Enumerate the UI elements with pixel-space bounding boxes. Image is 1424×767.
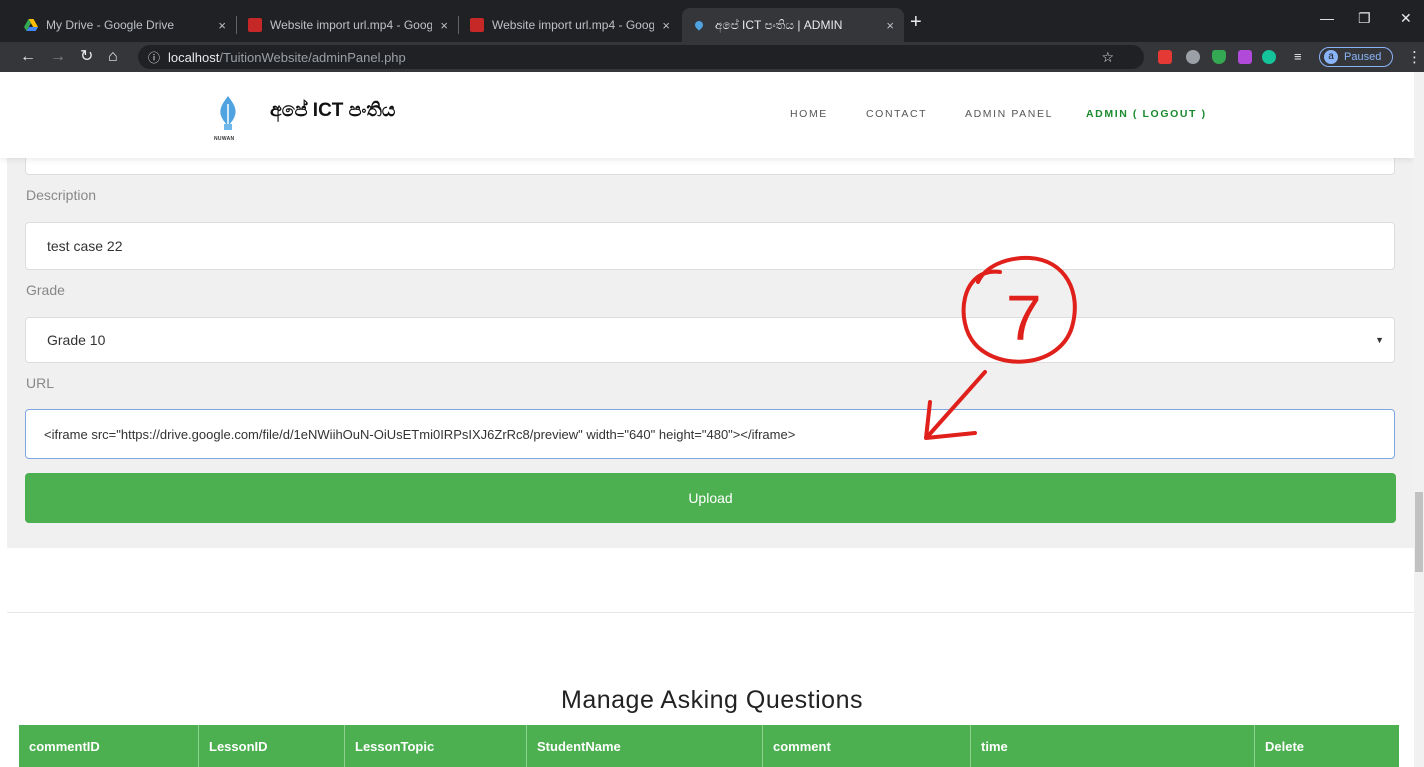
description-label: Description: [26, 187, 97, 203]
tab-video-1[interactable]: Website import url.mp4 - Google ×: [238, 8, 458, 42]
dropdown-arrow-icon: ▼: [1375, 335, 1384, 345]
url-host: localhost: [168, 49, 220, 65]
reading-list-icon[interactable]: ≡: [1294, 47, 1302, 67]
close-tab-icon[interactable]: ×: [886, 18, 894, 33]
menu-icon[interactable]: ⋮: [1407, 48, 1422, 66]
browser-tab-strip: My Drive - Google Drive × Website import…: [0, 0, 1424, 42]
tab-title: අපේ ICT පංතිය | ADMIN: [715, 17, 843, 32]
column-header: comment: [763, 725, 971, 767]
profile-status: Paused: [1344, 51, 1382, 63]
site-logo-icon[interactable]: NUWAN: [214, 96, 240, 142]
tab-title: Website import url.mp4 - Google: [492, 18, 655, 32]
browser-toolbar: ← → ↻ ⌂ ⓘ localhost /TuitionWebsite/admi…: [0, 42, 1424, 72]
tab-title: Website import url.mp4 - Google: [270, 18, 433, 32]
nav-admin-panel[interactable]: ADMIN PANEL: [965, 108, 1053, 120]
nav-admin-logout[interactable]: ADMIN ( LOGOUT ): [1086, 108, 1207, 120]
pdf-extension-icon[interactable]: [1158, 50, 1172, 64]
maximize-icon[interactable]: ❐: [1358, 10, 1371, 27]
d-extension-icon[interactable]: [1238, 50, 1252, 64]
back-arrow-icon[interactable]: ←: [20, 47, 36, 67]
info-icon[interactable]: ⓘ: [148, 49, 160, 66]
tab-separator: [458, 16, 459, 34]
site-header: NUWAN අපේ ICT පංතිය HOME CONTACT ADMIN P…: [0, 72, 1414, 158]
star-icon[interactable]: ☆: [1101, 49, 1114, 66]
close-tab-icon[interactable]: ×: [662, 18, 670, 33]
column-header: time: [971, 725, 1255, 767]
address-bar[interactable]: ⓘ localhost /TuitionWebsite/adminPanel.p…: [138, 45, 1144, 69]
home-icon[interactable]: ⌂: [108, 47, 118, 67]
section-divider: [7, 612, 1414, 613]
close-tab-icon[interactable]: ×: [218, 18, 226, 33]
column-header: StudentName: [527, 725, 763, 767]
video-file-icon: [470, 18, 484, 32]
tab-separator: [236, 16, 237, 34]
google-drive-icon: [24, 18, 38, 32]
lesson-upload-form: Description test case 22 Grade Grade 10 …: [7, 148, 1414, 548]
site-brand[interactable]: අපේ ICT පංතිය: [270, 100, 395, 122]
url-input[interactable]: <iframe src="https://drive.google.com/fi…: [25, 409, 1395, 459]
tab-title: My Drive - Google Drive: [46, 18, 175, 32]
grammarly-extension-icon[interactable]: [1262, 50, 1276, 64]
profile-button[interactable]: a Paused: [1319, 47, 1393, 67]
upload-button[interactable]: Upload: [25, 473, 1396, 523]
reload-icon[interactable]: ↻: [80, 47, 93, 67]
site-favicon-icon: [693, 19, 705, 31]
url-path: /TuitionWebsite/adminPanel.php: [219, 49, 406, 65]
close-window-icon[interactable]: ✕: [1400, 10, 1412, 27]
logo-caption: NUWAN: [214, 136, 235, 142]
page-content: NUWAN අපේ ICT පංතිය HOME CONTACT ADMIN P…: [0, 72, 1414, 767]
close-tab-icon[interactable]: ×: [440, 18, 448, 33]
questions-table-header: commentID LessonID LessonTopic StudentNa…: [19, 725, 1399, 767]
tab-video-2[interactable]: Website import url.mp4 - Google ×: [460, 8, 680, 42]
forward-arrow-icon[interactable]: →: [50, 47, 66, 67]
column-header: LessonID: [199, 725, 345, 767]
nav-contact[interactable]: CONTACT: [866, 108, 927, 120]
tab-google-drive[interactable]: My Drive - Google Drive ×: [14, 8, 236, 42]
grade-label: Grade: [26, 282, 65, 298]
column-header: LessonTopic: [345, 725, 527, 767]
manage-questions-title: Manage Asking Questions: [561, 686, 863, 714]
grade-select[interactable]: Grade 10 ▼: [25, 317, 1395, 363]
tab-admin-active[interactable]: අපේ ICT පංතිය | ADMIN ×: [682, 8, 904, 42]
new-tab-button[interactable]: +: [910, 12, 922, 32]
nav-home[interactable]: HOME: [790, 108, 828, 120]
description-input[interactable]: test case 22: [25, 222, 1395, 270]
grade-selected-value: Grade 10: [47, 332, 106, 348]
column-header: commentID: [19, 725, 199, 767]
avatar: a: [1324, 50, 1338, 64]
scrollbar-thumb[interactable]: [1415, 492, 1423, 572]
page-scrollbar[interactable]: [1414, 72, 1424, 767]
minimize-icon[interactable]: —: [1320, 10, 1334, 26]
column-header: Delete: [1265, 738, 1305, 754]
url-label: URL: [26, 375, 55, 391]
video-file-icon: [248, 18, 262, 32]
shield-extension-icon[interactable]: [1212, 50, 1226, 64]
cloud-extension-icon[interactable]: [1186, 50, 1200, 64]
